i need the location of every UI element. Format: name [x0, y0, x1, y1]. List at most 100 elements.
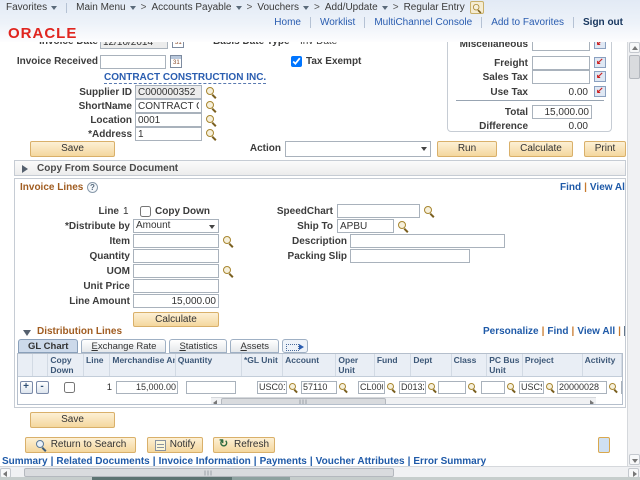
- link-sign-out[interactable]: Sign out: [573, 17, 632, 28]
- address-input[interactable]: [135, 127, 202, 141]
- lookup-icon[interactable]: [222, 235, 234, 247]
- footer-link-summary[interactable]: Summary: [2, 456, 48, 466]
- breadcrumb-add-update[interactable]: Add/Update: [325, 2, 388, 13]
- calendar-icon[interactable]: [170, 55, 182, 68]
- personalize-link[interactable]: Personalize: [483, 326, 539, 337]
- grid-horizontal-scrollbar[interactable]: [211, 397, 596, 405]
- breadcrumb-accounts-payable[interactable]: Accounts Payable: [151, 2, 241, 13]
- row-dept-input[interactable]: [438, 381, 466, 394]
- invoice-lines-find-link[interactable]: Find: [560, 182, 581, 193]
- row-account-input[interactable]: [301, 381, 337, 394]
- total-input[interactable]: [532, 105, 592, 119]
- save-button[interactable]: Save: [30, 141, 115, 157]
- save-button-bottom[interactable]: Save: [30, 412, 115, 428]
- freight-input[interactable]: [532, 56, 590, 70]
- link-add-to-favorites[interactable]: Add to Favorites: [481, 17, 573, 28]
- lookup-icon[interactable]: [222, 265, 234, 277]
- invoice-date-input[interactable]: [100, 42, 168, 49]
- distribution-find-link[interactable]: Find: [547, 326, 568, 337]
- tab-exchange-rate[interactable]: Exchange Rate: [81, 339, 166, 353]
- return-to-search-button[interactable]: Return to Search: [25, 437, 136, 453]
- row-activity-input[interactable]: [621, 381, 623, 394]
- run-button[interactable]: Run: [437, 141, 497, 157]
- calendar-icon[interactable]: [172, 42, 184, 48]
- distribution-view-all-link[interactable]: View All: [577, 326, 615, 337]
- transfer-icon[interactable]: [594, 42, 606, 49]
- lookup-icon[interactable]: [545, 382, 556, 393]
- link-worklist[interactable]: Worklist: [310, 17, 364, 28]
- scroll-right-arrow-icon[interactable]: [590, 400, 594, 405]
- link-multichannel-console[interactable]: MultiChannel Console: [364, 17, 481, 28]
- breadcrumb-regular-entry[interactable]: Regular Entry: [404, 2, 465, 13]
- quantity-input[interactable]: [133, 249, 219, 263]
- calculate-line-button[interactable]: Calculate: [133, 312, 219, 327]
- footer-link-error-summary[interactable]: Error Summary: [413, 456, 486, 466]
- lookup-icon[interactable]: [288, 382, 299, 393]
- row-fund-input[interactable]: [399, 381, 426, 394]
- lookup-icon[interactable]: [427, 382, 438, 393]
- footer-link-voucher-attributes[interactable]: Voucher Attributes: [316, 456, 405, 466]
- help-icon[interactable]: [87, 182, 98, 193]
- row-project-input[interactable]: [557, 381, 607, 394]
- notify-button[interactable]: Notify: [147, 437, 203, 453]
- calculate-button[interactable]: Calculate: [509, 141, 573, 157]
- footer-link-related-documents[interactable]: Related Documents: [56, 456, 149, 466]
- footer-link-payments[interactable]: Payments: [260, 456, 307, 466]
- location-input[interactable]: [135, 113, 202, 127]
- supplier-name-link[interactable]: CONTRACT CONSTRUCTION INC.: [104, 72, 266, 84]
- lookup-icon[interactable]: [467, 382, 478, 393]
- row-merchandise-amt-input[interactable]: [116, 381, 178, 394]
- zoom-grid-icon[interactable]: [624, 326, 626, 336]
- vertical-scrollbar[interactable]: [627, 42, 640, 466]
- lookup-icon[interactable]: [205, 128, 217, 140]
- breadcrumb-favorites[interactable]: Favorites: [6, 2, 57, 13]
- show-all-tabs-button[interactable]: [282, 339, 308, 353]
- breadcrumb-vouchers[interactable]: Vouchers: [257, 2, 309, 13]
- action-select[interactable]: [285, 141, 431, 157]
- transfer-icon[interactable]: [594, 57, 606, 68]
- transfer-icon[interactable]: [594, 71, 606, 82]
- uom-input[interactable]: [133, 264, 219, 278]
- row-oper-unit-input[interactable]: [358, 381, 385, 394]
- copy-from-source-section[interactable]: Copy From Source Document: [14, 160, 626, 176]
- horizontal-scrollbar-thumb[interactable]: [24, 468, 394, 477]
- refresh-button[interactable]: Refresh: [213, 437, 275, 453]
- row-copy-down-checkbox[interactable]: [64, 382, 75, 393]
- tab-statistics[interactable]: Statistics: [169, 339, 227, 353]
- shortname-input[interactable]: [135, 99, 202, 113]
- row-quantity-input[interactable]: [186, 381, 236, 394]
- item-input[interactable]: [133, 234, 219, 248]
- miscellaneous-input[interactable]: [532, 42, 590, 51]
- invoice-received-input[interactable]: [100, 55, 166, 69]
- tab-gl-chart[interactable]: GL Chart: [18, 339, 78, 353]
- transfer-icon[interactable]: [594, 86, 606, 97]
- lookup-icon[interactable]: [608, 382, 619, 393]
- description-input[interactable]: [350, 234, 505, 248]
- distribute-by-select[interactable]: Amount: [133, 219, 219, 233]
- lookup-icon[interactable]: [386, 382, 397, 393]
- clipped-button[interactable]: [598, 437, 610, 453]
- scroll-up-button[interactable]: [629, 42, 640, 53]
- collapse-arrow-icon[interactable]: [23, 330, 31, 336]
- row-pc-bus-unit-input[interactable]: [519, 381, 544, 394]
- scroll-down-button[interactable]: [629, 454, 640, 465]
- tab-assets[interactable]: Assets: [230, 339, 279, 353]
- lookup-icon[interactable]: [423, 205, 435, 217]
- scroll-left-arrow-icon[interactable]: [213, 400, 217, 405]
- print-button[interactable]: Print: [584, 141, 626, 157]
- packing-slip-input[interactable]: [350, 249, 470, 263]
- unit-price-input[interactable]: [133, 279, 219, 293]
- remove-row-button[interactable]: -: [36, 381, 49, 394]
- speedchart-input[interactable]: [337, 204, 420, 218]
- vertical-scrollbar-thumb[interactable]: [629, 55, 640, 79]
- add-row-button[interactable]: +: [20, 381, 33, 394]
- link-home[interactable]: Home: [265, 17, 310, 28]
- grid-scrollbar-thumb[interactable]: [221, 398, 386, 405]
- row-gl-unit-input[interactable]: [257, 381, 287, 394]
- breadcrumb-main-menu[interactable]: Main Menu: [76, 2, 135, 13]
- lookup-icon[interactable]: [397, 220, 409, 232]
- lookup-icon[interactable]: [205, 86, 217, 98]
- row-class-input[interactable]: [481, 381, 505, 394]
- invoice-lines-view-all-link[interactable]: View All: [590, 182, 626, 193]
- lookup-icon[interactable]: [205, 114, 217, 126]
